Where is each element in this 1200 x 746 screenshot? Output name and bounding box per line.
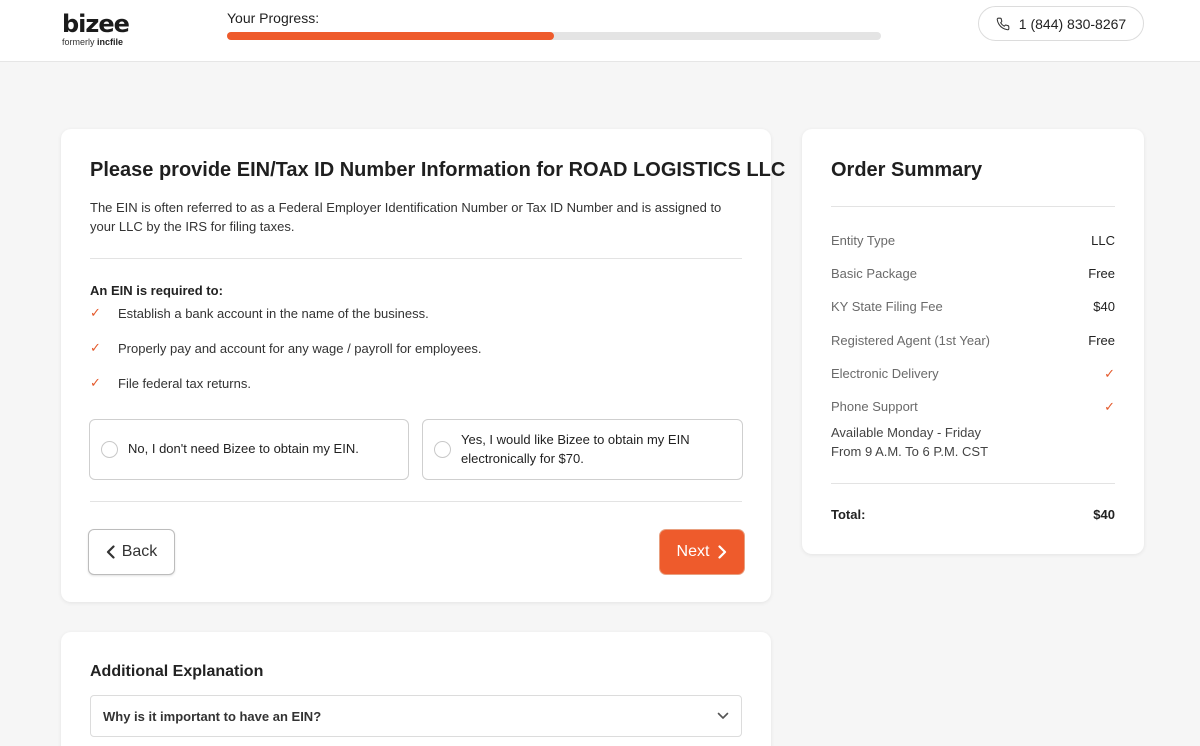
requirement-text: File federal tax returns. (118, 375, 251, 391)
requirement-item: ✓ Properly pay and account for any wage … (90, 340, 481, 356)
ein-question-card: Please provide EIN/Tax ID Number Informa… (61, 129, 785, 602)
summary-row-electronic-delivery: Electronic Delivery ✓ (831, 366, 1115, 382)
summary-label: KY State Filing Fee (831, 299, 943, 314)
check-icon: ✓ (1104, 399, 1115, 414)
progress-label: Your Progress: (227, 10, 320, 26)
radio-button[interactable] (101, 441, 118, 458)
back-button[interactable]: Back (88, 529, 175, 575)
check-icon: ✓ (90, 340, 101, 355)
summary-row-state-filing-fee: KY State Filing Fee $40 (831, 299, 1115, 314)
top-bar: bizee formerly incfile Your Progress: 1 … (0, 0, 1200, 62)
progress-bar-fill (227, 32, 554, 40)
summary-value: Free (1088, 266, 1115, 281)
progress-bar (227, 32, 881, 40)
bizee-logo[interactable]: bizee formerly incfile (62, 12, 142, 48)
requirement-text: Establish a bank account in the name of … (118, 305, 429, 321)
summary-value: Free (1088, 333, 1115, 348)
summary-row-phone-support: Phone Support ✓ (831, 399, 1115, 415)
summary-label: Phone Support (831, 399, 918, 414)
summary-label: Basic Package (831, 266, 917, 281)
phone-number: 1 (844) 830-8267 (1018, 15, 1127, 32)
summary-label: Electronic Delivery (831, 366, 939, 381)
summary-label: Registered Agent (1st Year) (831, 333, 990, 348)
next-button[interactable]: Next (660, 530, 744, 574)
divider (90, 258, 742, 259)
summary-row-entity-type: Entity Type LLC (831, 233, 1115, 248)
summary-label: Entity Type (831, 233, 896, 248)
requirement-text: Properly pay and account for any wage / … (118, 340, 482, 356)
logo-wordmark: bizee (62, 10, 130, 38)
page-title: Please provide EIN/Tax ID Number Informa… (90, 159, 786, 181)
summary-row-registered-agent: Registered Agent (1st Year) Free (831, 333, 1115, 348)
order-summary-card: Order Summary Entity Type LLC Basic Pack… (802, 129, 1144, 554)
option-label: Yes, I would like Bizee to obtain my EIN… (461, 432, 690, 466)
requirement-item: ✓ Establish a bank account in the name o… (90, 305, 429, 321)
summary-total: Total: $40 (831, 507, 1115, 522)
logo-subtitle: formerly incfile (62, 37, 124, 47)
ein-description: The EIN is often referred to as a Federa… (90, 200, 722, 234)
radio-button[interactable] (434, 441, 451, 458)
option-no-ein[interactable]: No, I don't need Bizee to obtain my EIN. (89, 419, 409, 480)
check-icon: ✓ (1104, 366, 1115, 381)
requirements-title: An EIN is required to: (90, 283, 223, 298)
summary-row-basic-package: Basic Package Free (831, 266, 1115, 281)
phone-support-hours: Available Monday - Friday From 9 A.M. To… (831, 425, 989, 459)
phone-button[interactable]: 1 (844) 830-8267 (978, 6, 1144, 41)
back-button-label: Back (121, 543, 158, 560)
check-icon: ✓ (90, 305, 101, 320)
option-yes-ein[interactable]: Yes, I would like Bizee to obtain my EIN… (422, 419, 743, 480)
summary-value: LLC (1091, 233, 1115, 248)
option-label: No, I don't need Bizee to obtain my EIN. (128, 441, 359, 457)
total-value: $40 (1093, 507, 1115, 522)
divider (831, 206, 1115, 207)
total-label: Total: (831, 507, 866, 522)
additional-explanation-title: Additional Explanation (90, 663, 264, 680)
check-icon: ✓ (90, 375, 101, 390)
divider (831, 483, 1115, 484)
requirement-item: ✓ File federal tax returns. (90, 375, 251, 391)
faq-question: Why is it important to have an EIN? (103, 708, 322, 724)
chevron-down-icon (717, 712, 729, 719)
divider (90, 501, 742, 502)
summary-value: $40 (1093, 299, 1115, 314)
order-summary-title: Order Summary (831, 159, 983, 181)
chevron-right-icon (718, 545, 727, 559)
additional-explanation-card: Additional Explanation Why is it importa… (61, 632, 771, 746)
chevron-left-icon (106, 545, 115, 559)
faq-accordion[interactable]: Why is it important to have an EIN? (90, 695, 742, 737)
phone-icon (996, 17, 1010, 30)
next-button-label: Next (676, 543, 710, 560)
